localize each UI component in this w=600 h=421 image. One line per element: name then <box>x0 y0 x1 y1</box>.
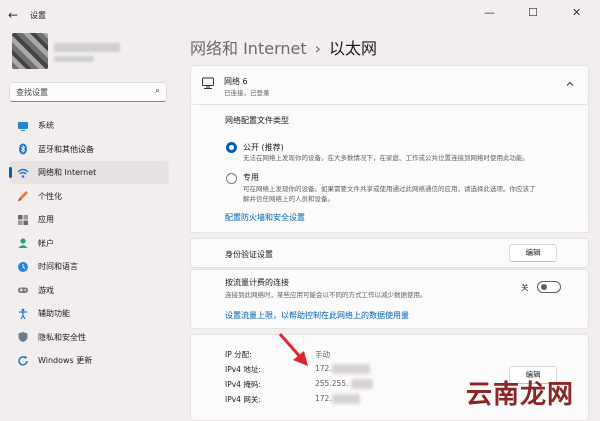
title-bar: ← 设置 — ☐ ✕ <box>0 0 600 28</box>
private-radio-label: 专用 <box>243 173 259 182</box>
ipv4-address-value: 172. <box>315 364 332 373</box>
user-name-blurred <box>54 43 120 52</box>
public-radio-label: 公开 (推荐) <box>243 143 284 152</box>
ipv4-address-key: IPv4 地址: <box>225 365 261 374</box>
ipv4-address-redacted <box>332 364 370 374</box>
sidebar-item-label: 蓝牙和其他设备 <box>38 144 94 154</box>
data-limit-link[interactable]: 设置流量上限，以帮助控制在此网络上的数据使用量 <box>225 310 409 321</box>
sidebar-nav: 系统 蓝牙和其他设备 网络和 Internet 个性化 应用 帐户 时间和语言 … <box>9 114 169 373</box>
sidebar-item-label: Windows 更新 <box>38 356 93 365</box>
ip-assignment-key: IP 分配: <box>225 350 252 359</box>
watermark-text: 云南龙网 <box>466 380 575 410</box>
accessibility-icon <box>17 308 29 320</box>
breadcrumb: 网络和 Internet › 以太网 <box>190 35 377 59</box>
public-radio[interactable] <box>226 142 237 153</box>
sidebar-item-gaming[interactable]: 游戏 <box>9 279 169 302</box>
ipv4-gateway-value: 172. <box>315 394 332 403</box>
apps-icon <box>17 214 29 226</box>
maximize-button[interactable]: ☐ <box>528 6 538 19</box>
ipv4-gateway-redacted <box>332 394 360 404</box>
monitor-icon <box>17 120 29 132</box>
profile-type-title: 网络配置文件类型 <box>225 116 289 125</box>
ip-assignment-value: 手动 <box>315 350 330 359</box>
sidebar-item-label: 网络和 Internet <box>38 168 97 177</box>
auth-settings-row: 身份验证设置 编辑 <box>190 238 589 268</box>
app-title: 设置 <box>30 11 46 20</box>
close-button[interactable]: ✕ <box>572 6 581 19</box>
shield-icon <box>17 331 29 343</box>
private-radio-desc-1: 可在网络上发现你的设备。如果需要文件共享或使用通过此网络通信的应用，请选择此选项… <box>243 185 536 193</box>
sidebar-item-apps[interactable]: 应用 <box>9 208 169 231</box>
auth-settings-label: 身份验证设置 <box>225 250 273 259</box>
sidebar-item-label: 个性化 <box>38 191 62 201</box>
metered-connection-label: 按流量计费的连接 <box>225 278 289 287</box>
sidebar-item-accounts[interactable]: 帐户 <box>9 232 169 255</box>
network-status: 已连接，已登录 <box>224 89 270 97</box>
person-icon <box>17 237 29 249</box>
wifi-icon <box>17 167 29 179</box>
ipv4-gateway-key: IPv4 网关: <box>225 395 261 404</box>
private-radio-desc-2: 解并信任网络上的人员和设备。 <box>243 195 334 203</box>
update-icon <box>17 355 29 367</box>
network-profile-section: 网络配置文件类型 公开 (推荐) 无法在网络上发现你的设备。在大多数情况下，在家… <box>190 105 589 233</box>
sidebar-item-label: 隐私和安全性 <box>38 332 86 342</box>
firewall-settings-link[interactable]: 配置防火墙和安全设置 <box>225 212 305 223</box>
search-box[interactable]: ⌕ <box>9 82 167 102</box>
search-icon[interactable]: ⌕ <box>155 86 160 96</box>
metered-connection-section: 按流量计费的连接 连接到此网络时，某些应用可能会以不同的方式工作以减少数据使用。… <box>190 269 589 329</box>
avatar[interactable] <box>12 33 48 69</box>
ipv4-mask-redacted <box>351 379 373 389</box>
search-input[interactable] <box>10 83 148 101</box>
network-name: 网络 6 <box>224 77 248 86</box>
sidebar-item-network[interactable]: 网络和 Internet <box>9 161 169 184</box>
breadcrumb-parent[interactable]: 网络和 Internet <box>190 39 307 58</box>
private-radio[interactable] <box>226 173 237 184</box>
annotation-arrow <box>278 333 308 366</box>
sidebar-item-personalization[interactable]: 个性化 <box>9 185 169 208</box>
sidebar-item-label: 时间和语言 <box>38 262 78 271</box>
sidebar-item-accessibility[interactable]: 辅助功能 <box>9 302 169 325</box>
ipv4-mask-key: IPv4 掩码: <box>225 380 261 389</box>
ipv4-mask-value: 255.255. <box>315 379 349 388</box>
public-radio-desc: 无法在网络上发现你的设备。在大多数情况下，在家庭、工作或公共位置连接到网络时使用… <box>243 154 529 162</box>
breadcrumb-separator: › <box>314 39 322 58</box>
sidebar-item-label: 应用 <box>38 215 54 224</box>
toggle-knob <box>541 284 547 290</box>
sidebar-item-bluetooth[interactable]: 蓝牙和其他设备 <box>9 138 169 161</box>
gamepad-icon <box>17 284 29 296</box>
auth-edit-button[interactable]: 编辑 <box>509 244 557 262</box>
ethernet-monitor-icon <box>201 76 215 90</box>
metered-connection-desc: 连接到此网络时，某些应用可能会以不同的方式工作以减少数据使用。 <box>225 291 427 299</box>
metered-toggle-state: 关 <box>521 283 529 292</box>
sidebar-item-time-language[interactable]: 时间和语言 <box>9 255 169 278</box>
back-arrow-icon[interactable]: ← <box>8 8 18 22</box>
sidebar-item-label: 帐户 <box>38 238 54 248</box>
globe-clock-icon <box>17 261 29 273</box>
sidebar-item-label: 辅助功能 <box>38 309 70 318</box>
user-email-blurred <box>54 56 94 62</box>
sidebar-item-system[interactable]: 系统 <box>9 114 169 137</box>
sidebar-item-label: 游戏 <box>38 285 54 295</box>
network-card-header[interactable]: 网络 6 已连接，已登录 <box>190 65 589 105</box>
minimize-button[interactable]: — <box>484 6 495 19</box>
chevron-up-icon[interactable] <box>566 80 574 88</box>
bluetooth-icon <box>17 143 29 155</box>
page-title: 以太网 <box>329 39 378 58</box>
sidebar-item-windows-update[interactable]: Windows 更新 <box>9 349 169 372</box>
metered-toggle[interactable] <box>537 281 561 293</box>
sidebar-item-privacy[interactable]: 隐私和安全性 <box>9 326 169 349</box>
brush-icon <box>17 190 29 202</box>
sidebar-item-label: 系统 <box>38 121 54 130</box>
